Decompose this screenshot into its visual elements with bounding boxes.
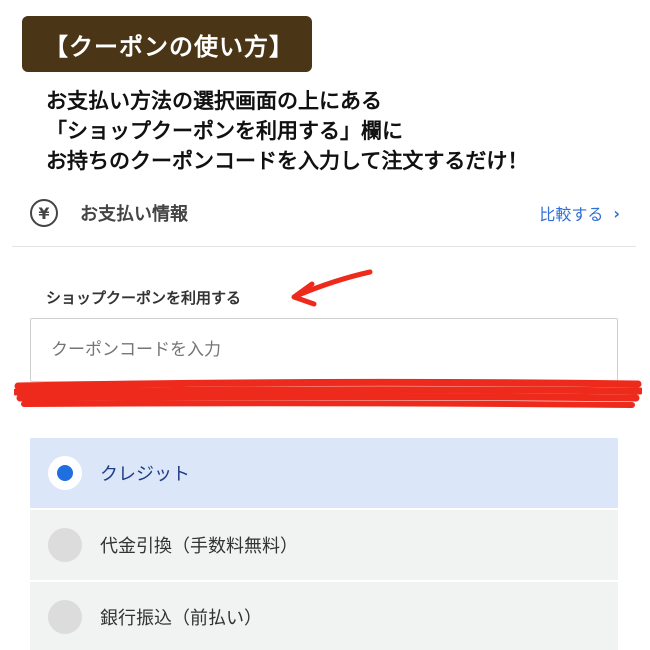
annotation-arrow [291, 269, 373, 307]
payment-option-bank-transfer[interactable]: 銀行振込（前払い） [30, 582, 618, 650]
compare-link[interactable]: 比較する › [539, 201, 620, 225]
instruction-line-2: 「ショップクーポンを利用する」欄に [46, 119, 403, 143]
coupon-code-input[interactable] [30, 318, 618, 382]
payment-option-label: 銀行振込（前払い） [100, 608, 262, 629]
payment-method-options: クレジット 代金引換（手数料無料） 銀行振込（前払い） [30, 438, 618, 650]
payment-option-credit[interactable]: クレジット [30, 438, 618, 510]
instruction-text: お支払い方法の選択画面の上にある 「ショップクーポンを利用する」欄に お持ちのク… [46, 86, 636, 176]
chevron-right-icon: › [613, 203, 620, 223]
radio-button[interactable] [48, 600, 82, 634]
usage-title-banner: 【クーポンの使い方】 [22, 16, 312, 72]
annotation-underline [14, 378, 642, 408]
instruction-line-1: お支払い方法の選択画面の上にある [46, 89, 382, 113]
instruction-line-3: お持ちのクーポンコードを入力して注文するだけ！ [46, 149, 529, 173]
shop-coupon-label: ショップクーポンを利用する [46, 289, 242, 307]
yen-icon: ¥ [30, 199, 58, 227]
payment-info-title: お支払い情報 [80, 204, 188, 225]
section-divider [12, 246, 636, 247]
radio-button[interactable] [48, 528, 82, 562]
compare-link-label: 比較する [539, 205, 604, 224]
payment-info-header: ¥ お支払い情報 比較する › [30, 196, 620, 230]
payment-option-cod[interactable]: 代金引換（手数料無料） [30, 510, 618, 582]
radio-button-selected[interactable] [48, 456, 82, 490]
payment-option-label: 代金引換（手数料無料） [100, 536, 298, 557]
radio-dot [57, 465, 73, 481]
payment-option-label: クレジット [100, 464, 190, 485]
